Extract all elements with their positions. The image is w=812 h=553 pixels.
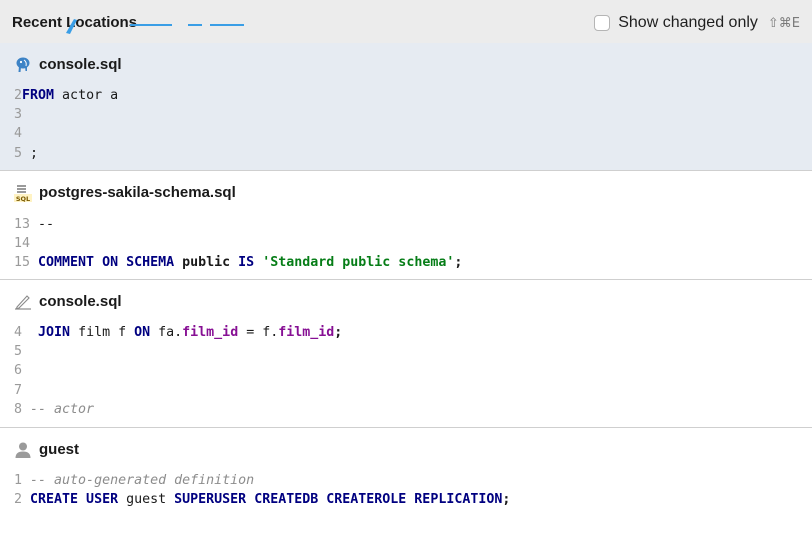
code-line: 4 JOIN film f ON fa.film_id = f.film_id;: [14, 323, 342, 342]
code-token: -- actor: [22, 401, 95, 417]
svg-text:SQL: SQL: [16, 195, 30, 202]
code-token: guest: [118, 492, 175, 508]
code-token: 'Standard public schema': [262, 255, 455, 271]
line-number: 14: [14, 236, 31, 252]
code-snippet: 1 -- auto-generated definition 2 CREATE U…: [14, 471, 510, 509]
line-number: 4: [14, 126, 23, 142]
popup-title: Recent Locations: [12, 14, 138, 31]
code-line: 8 -- actor: [14, 400, 342, 419]
code-token: ;: [334, 325, 343, 340]
code-snippet: 2FROM actor a 3 4 5 ;: [14, 86, 118, 163]
code-token: COMMENT ON SCHEMA: [30, 255, 175, 271]
location-entry[interactable]: guest 1 -- auto-generated definition 2 CR…: [0, 428, 812, 553]
code-snippet: 13 -- 14 15 COMMENT ON SCHEMA public IS 'S…: [14, 215, 462, 273]
line-number: 8: [14, 401, 23, 417]
code-token: public: [174, 255, 231, 271]
shortcut-hint: ⇧⌘E: [767, 15, 800, 31]
entry-title: console.sql: [39, 293, 122, 310]
code-token: ;: [454, 255, 463, 271]
code-token: film f: [70, 325, 135, 340]
show-changed-only-checkbox[interactable]: [594, 15, 611, 31]
code-line: 2FROM actor a: [14, 86, 118, 105]
entry-header: console.sql: [14, 55, 122, 75]
entry-header: SQL postgres-sakila-schema.sql: [14, 183, 236, 203]
location-entry[interactable]: SQL postgres-sakila-schema.sql 13 -- 14 15…: [0, 171, 812, 280]
title-underline: [188, 24, 202, 26]
code-token: ;: [22, 145, 39, 161]
code-token: ON: [134, 325, 151, 340]
code-token: SUPERUSER CREATEDB CREATEROLE REPLICATIO…: [174, 492, 503, 508]
line-number: 5: [14, 145, 23, 161]
code-token: = f.: [238, 325, 279, 340]
code-token: fa.: [150, 325, 183, 340]
code-line: 1 -- auto-generated definition: [14, 471, 510, 490]
line-number: 2: [14, 88, 23, 103]
line-number: 5: [14, 344, 23, 360]
code-line: 4: [14, 124, 118, 143]
postgresql-elephant-icon: [16, 57, 30, 72]
code-line: 7: [14, 381, 342, 400]
code-token: FROM: [22, 88, 55, 103]
code-line: 6: [14, 361, 342, 380]
code-line: 2 CREATE USER guest SUPERUSER CREATEDB C…: [14, 490, 510, 509]
recent-locations-popup: Recent Locations Show changed only ⇧⌘E c…: [0, 0, 812, 553]
entry-header: console.sql: [14, 292, 122, 312]
code-line: 3: [14, 105, 118, 124]
code-token: ;: [502, 492, 511, 508]
code-snippet: 4 JOIN film f ON fa.film_id = f.film_id;…: [14, 323, 342, 419]
code-line: 14: [14, 234, 462, 253]
show-changed-only-label: Show changed only: [618, 14, 758, 31]
entry-title: guest: [39, 441, 80, 458]
code-token: film_id: [278, 325, 335, 340]
code-token: JOIN: [38, 325, 71, 340]
location-entry[interactable]: console.sql 2FROM actor a 3 4 5 ;: [0, 43, 812, 171]
code-token: --: [30, 217, 55, 232]
title-underline: [210, 24, 244, 26]
console-pen-icon: [15, 295, 31, 310]
line-number: 6: [14, 363, 23, 379]
code-line: 15 COMMENT ON SCHEMA public IS 'Standard…: [14, 253, 462, 272]
code-token: IS: [230, 255, 255, 271]
sql-file-icon: SQL: [14, 185, 32, 202]
line-number: 2: [14, 492, 23, 508]
entry-header: guest: [14, 440, 79, 460]
code-line: 13 --: [14, 215, 462, 234]
title-underline: [130, 24, 172, 26]
code-token: actor a: [54, 88, 119, 103]
line-number: 15: [14, 255, 31, 271]
line-number: 7: [14, 382, 23, 398]
line-number: 3: [14, 107, 23, 123]
user-icon: [15, 442, 31, 458]
code-token: film_id: [182, 325, 239, 340]
show-changed-only-toggle[interactable]: Show changed only ⇧⌘E: [594, 12, 800, 34]
popup-header: Recent Locations Show changed only ⇧⌘E: [0, 0, 812, 43]
location-entry[interactable]: console.sql 4 JOIN film f ON fa.film_id …: [0, 280, 812, 428]
code-token: CREATE USER: [22, 492, 119, 508]
line-number: 1: [14, 473, 23, 488]
code-line: 5: [14, 342, 342, 361]
entry-title: console.sql: [39, 56, 122, 73]
line-number: 13: [14, 217, 31, 232]
code-line: 5 ;: [14, 144, 118, 163]
line-number: 4: [14, 325, 23, 340]
entry-title: postgres-sakila-schema.sql: [39, 184, 236, 201]
code-token: -- auto-generated definition: [22, 473, 255, 488]
